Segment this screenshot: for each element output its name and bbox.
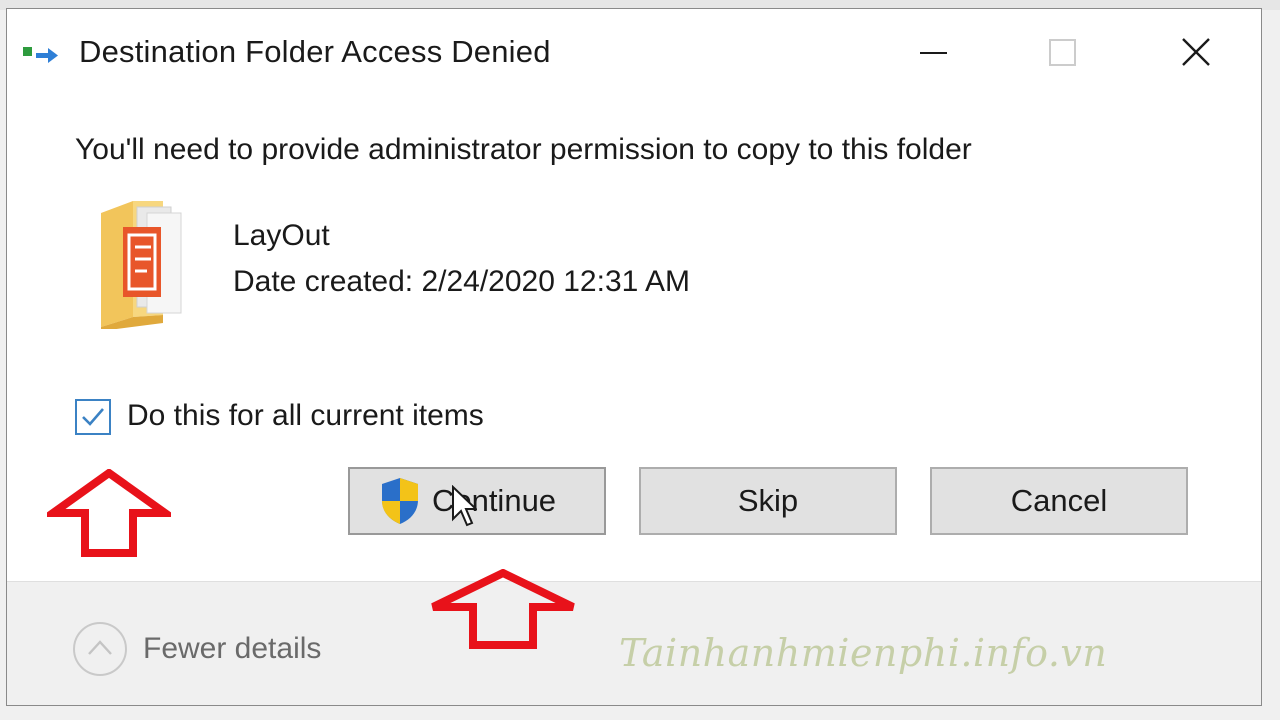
minimize-icon[interactable] [903,29,963,77]
continue-button[interactable]: Continue [348,467,606,535]
folder-icon [101,201,182,329]
uac-shield-icon [381,478,418,524]
skip-button[interactable]: Skip [639,467,897,535]
file-date-created: Date created: 2/24/2020 12:31 AM [233,265,690,298]
checkmark-icon [82,408,104,426]
dialog-title: Destination Folder Access Denied [79,34,551,69]
file-name: LayOut [233,219,330,252]
red-up-arrow-annotation [431,569,575,649]
title-bar: Destination Folder Access Denied [7,9,1261,93]
mouse-cursor-icon [452,485,477,527]
permission-message: You'll need to provide administrator per… [75,133,972,166]
apply-to-all-checkbox[interactable] [75,399,111,435]
copy-progress-icon [23,47,58,63]
watermark: Tainhanhmienphi.info.vn [619,631,1108,675]
cancel-button[interactable]: Cancel [930,467,1188,535]
close-icon[interactable] [1167,29,1227,77]
fewer-details-label[interactable]: Fewer details [143,632,321,666]
chevron-up-icon [88,640,112,655]
fewer-details-toggle[interactable] [73,622,127,676]
red-up-arrow-annotation [47,469,171,557]
maximize-icon [1049,39,1076,66]
access-denied-dialog: Destination Folder Access Denied You'll … [6,8,1262,706]
apply-to-all-label[interactable]: Do this for all current items [127,399,484,433]
